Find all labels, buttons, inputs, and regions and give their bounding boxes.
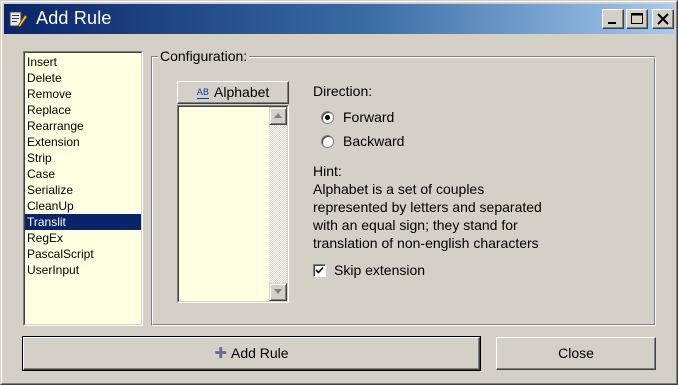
minimize-button[interactable] [602,9,624,29]
radio-selected-dot [325,114,330,120]
rules-list: Insert Delete Remove Replace Rearrange Extens… [24,52,142,325]
list-item-replace[interactable]: Replace [25,102,141,118]
arrow-down-icon [274,289,282,294]
close-button[interactable]: Close [496,337,656,370]
radio-backward-label: Backward [343,133,405,149]
radio-forward-label: Forward [343,109,395,125]
radio-backward[interactable]: Backward [321,132,404,150]
scroll-down-button[interactable] [269,283,287,301]
list-item-insert[interactable]: Insert [25,54,141,70]
alphabet-button-label: Alphabet [214,84,270,100]
list-item-rearrange[interactable]: Rearrange [25,118,141,134]
memo-scrollbar[interactable] [269,107,287,301]
list-item-regex[interactable]: RegEx [25,230,141,246]
radio-forward-circle[interactable] [321,110,334,124]
checkmark-icon [315,266,324,274]
skip-extension-box[interactable] [313,263,326,277]
alphabet-icon: AB [196,88,210,99]
close-button-label: Close [558,345,594,361]
arrow-up-icon [274,113,282,118]
list-item-extension[interactable]: Extension [25,134,141,150]
close-window-button[interactable] [652,9,674,29]
skip-extension-checkbox[interactable]: Skip extension [313,261,425,279]
list-item-remove[interactable]: Remove [25,86,141,102]
list-item-serialize[interactable]: Serialize [25,182,141,198]
close-icon [657,13,669,25]
alphabet-button[interactable]: AB Alphabet [177,81,289,104]
rules-listbox[interactable]: Insert Delete Remove Replace Rearrange Extens… [23,51,143,326]
list-item-delete[interactable]: Delete [25,70,141,86]
direction-label: Direction: [313,83,373,99]
list-item-translit[interactable]: Translit [25,214,141,230]
minimize-icon [608,22,616,24]
list-item-cleanup[interactable]: CleanUp [25,198,141,214]
add-rule-window: Add Rule Insert Delete Remove Replace Rearra… [0,0,678,385]
window-title: Add Rule [36,8,112,28]
list-item-strip[interactable]: Strip [25,150,141,166]
maximize-button[interactable] [626,9,648,29]
add-rule-button[interactable]: ✚ Add Rule [22,336,481,371]
radio-forward[interactable]: Forward [321,108,394,126]
hint-label: Hint: [313,163,342,179]
radio-backward-circle[interactable] [321,134,334,148]
hint-text: Alphabet is a set of couples represented… [313,181,542,255]
list-item-pascalscript[interactable]: PascalScript [25,246,141,262]
list-item-userinput[interactable]: UserInput [25,262,141,278]
title-bar[interactable]: Add Rule [4,4,674,34]
add-rule-label: Add Rule [230,345,289,361]
rename-app-icon [9,11,28,29]
skip-extension-label: Skip extension [334,262,426,278]
configuration-label: Configuration: [158,48,250,64]
list-item-case[interactable]: Case [25,166,141,182]
maximize-icon [631,13,643,24]
scroll-up-button[interactable] [269,107,287,125]
alphabet-memo[interactable] [177,105,289,303]
plus-icon: ✚ [214,345,227,362]
